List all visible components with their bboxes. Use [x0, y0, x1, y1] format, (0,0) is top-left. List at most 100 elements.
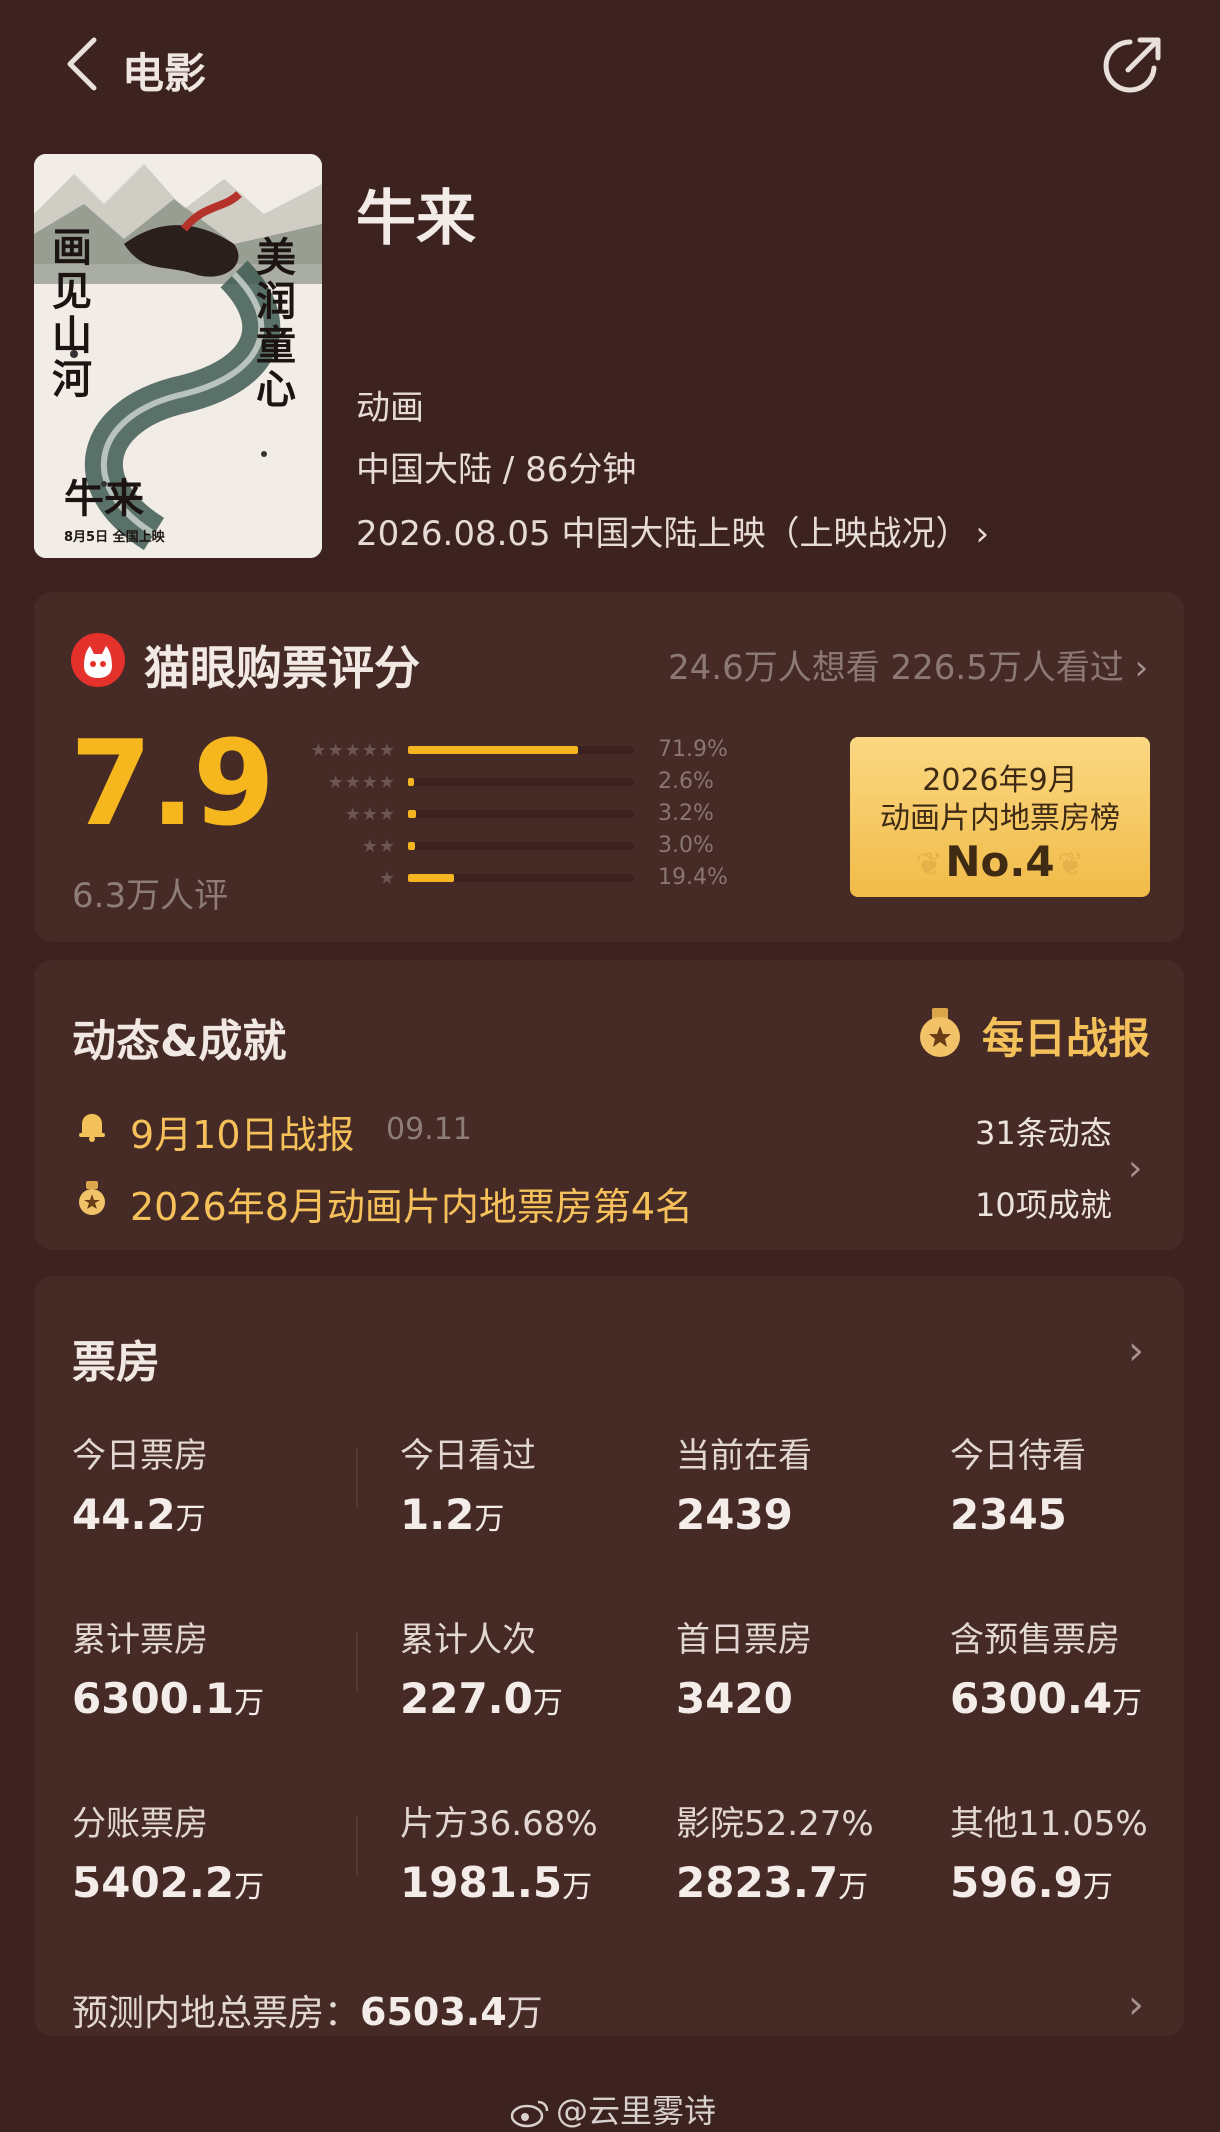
news-count: 31条动态: [975, 1114, 1112, 1152]
stat-value: 1981.5万: [400, 1858, 592, 1907]
bell-icon: [79, 1114, 105, 1142]
poster-date-text: 8月5日 全国上映: [64, 530, 165, 545]
movie-genre: 动画: [356, 388, 424, 428]
percent-label: 19.4%: [658, 865, 728, 890]
stat-label: 累计票房: [72, 1620, 208, 1660]
stars-icon: ★★★: [344, 804, 396, 825]
watermark-text: @云里雾诗: [556, 2092, 717, 2130]
medal-icon[interactable]: [914, 1006, 966, 1058]
achievement-medal-icon: [79, 1181, 105, 1215]
movie-region-duration: 中国大陆 / 86分钟: [356, 450, 637, 490]
stat-value: 6300.4万: [950, 1674, 1142, 1723]
audience-text: 24.6万人想看 226.5万人看过: [668, 648, 1124, 688]
poster-left-text: 画见山河: [52, 224, 92, 403]
rating-label: 猫眼购票评分: [144, 641, 420, 695]
daily-report-link[interactable]: 每日战报: [982, 1005, 1150, 1066]
news-item-report[interactable]: 9月10日战报: [130, 1104, 355, 1159]
forecast-value: 6503.4: [360, 1990, 507, 2034]
bar-track: [408, 746, 634, 754]
watermark: @云里雾诗: [510, 2086, 716, 2132]
star-row-2: ★★ 3.0%: [286, 833, 726, 858]
stat-value: 5402.2万: [72, 1858, 264, 1907]
stat-unit: 万: [1112, 1686, 1143, 1721]
percent-label: 71.9%: [658, 737, 728, 762]
poster-right-text: 美润童心: [256, 234, 296, 413]
stat-label: 含预售票房: [950, 1620, 1120, 1660]
rank-number: No.4: [945, 837, 1055, 886]
stat-unit: 万: [234, 1870, 265, 1905]
chevron-right-icon[interactable]: ›: [1128, 1982, 1144, 2028]
forecast-label: 预测内地总票房：: [72, 1993, 361, 2034]
divider: [356, 1816, 358, 1876]
back-label[interactable]: 电影: [122, 40, 206, 101]
chevron-right-icon: ›: [1134, 648, 1149, 688]
news-item-date: 09.11: [386, 1112, 472, 1147]
stat-number: 1981.5: [400, 1858, 563, 1907]
chevron-right-icon: ›: [975, 514, 990, 554]
percent-label: 3.0%: [658, 833, 714, 858]
stat-label: 今日看过: [400, 1436, 536, 1476]
star-row-1: ★ 19.4%: [286, 865, 728, 890]
back-arrow-icon[interactable]: [60, 34, 104, 94]
stat-label: 片方36.68%: [400, 1804, 598, 1844]
stars-icon: ★★★★★: [310, 740, 396, 761]
stat-label: 首日票房: [676, 1620, 812, 1660]
stat-label: 当前在看: [676, 1436, 812, 1476]
stat-value: 2823.7万: [676, 1858, 868, 1907]
stat-value: 1.2万: [400, 1490, 504, 1539]
stat-unit: 万: [234, 1686, 265, 1721]
stat-value: 44.2万: [72, 1490, 206, 1539]
stat-value: 6300.1万: [72, 1674, 264, 1723]
rank-category: 动画片内地票房榜: [880, 801, 1120, 836]
star-row-3: ★★★ 3.2%: [286, 801, 726, 826]
stat-unit: 万: [532, 1686, 563, 1721]
bar-fill: [408, 874, 454, 882]
bar-track: [408, 778, 634, 786]
news-item-achievement[interactable]: 2026年8月动画片内地票房第4名: [130, 1176, 693, 1231]
stat-value: 227.0万: [400, 1674, 563, 1723]
bar-track: [408, 842, 634, 850]
movie-release: 2026.08.05 中国大陆上映（上映战况）: [356, 514, 970, 554]
stars-icon: ★: [378, 868, 396, 889]
stat-number: 2345: [950, 1490, 1067, 1539]
percent-label: 2.6%: [658, 769, 714, 794]
bar-track: [408, 810, 634, 818]
movie-poster[interactable]: 画见山河 美润童心 牛来 8月5日 全国上映: [34, 154, 322, 558]
achievement-count: 10项成就: [975, 1186, 1112, 1224]
rating-count: 6.3万人评: [72, 876, 229, 916]
stat-number: 1.2: [400, 1490, 475, 1539]
stat-label: 影院52.27%: [676, 1804, 874, 1844]
stat-label: 今日票房: [72, 1436, 208, 1476]
rank-badge[interactable]: 2026年9月 动画片内地票房榜 ❦ No.4 ❦: [850, 737, 1150, 897]
bar-track: [408, 874, 634, 882]
share-icon[interactable]: [1098, 30, 1168, 100]
movie-release-link[interactable]: 2026.08.05 中国大陆上映（上映战况） ›: [356, 506, 989, 555]
stars-icon: ★★★★: [327, 772, 396, 793]
divider: [356, 1632, 358, 1692]
stat-number: 2439: [676, 1490, 793, 1539]
chevron-right-icon[interactable]: ›: [1128, 1148, 1142, 1189]
percent-label: 3.2%: [658, 801, 714, 826]
stat-number: 227.0: [400, 1674, 533, 1723]
stat-number: 6300.4: [950, 1674, 1113, 1723]
divider: [356, 1448, 358, 1508]
stat-unit: 万: [562, 1870, 593, 1905]
stars-icon: ★★: [361, 836, 396, 857]
stat-label: 今日待看: [950, 1436, 1086, 1476]
chevron-right-icon[interactable]: ›: [1128, 1328, 1144, 1374]
weibo-icon: [510, 2100, 549, 2128]
forecast-row[interactable]: 预测内地总票房：6503.4万: [72, 1984, 543, 2036]
stat-number: 44.2: [72, 1490, 176, 1539]
audience-stats[interactable]: 24.6万人想看 226.5万人看过 ›: [668, 640, 1148, 689]
bar-fill: [408, 810, 416, 818]
stat-unit: 万: [838, 1870, 869, 1905]
laurel-right-icon: ❦: [1057, 845, 1084, 883]
rating-score: 7.9: [70, 714, 275, 852]
stat-unit: 万: [474, 1502, 505, 1537]
stat-number: 5402.2: [72, 1858, 235, 1907]
bar-fill: [408, 778, 414, 786]
stat-number: 596.9: [950, 1858, 1083, 1907]
stat-unit: 万: [175, 1502, 206, 1537]
stat-number: 6300.1: [72, 1674, 235, 1723]
poster-title-text: 牛来: [64, 475, 144, 522]
